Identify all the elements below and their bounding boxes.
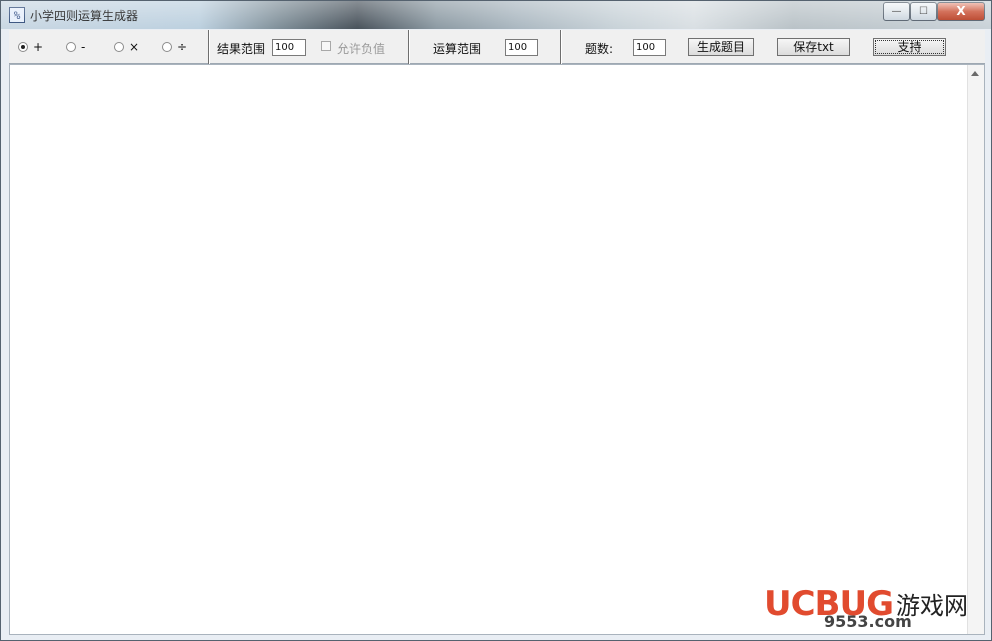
radio-divide[interactable]: ÷ [162,40,187,54]
vertical-scrollbar[interactable] [967,65,984,634]
radio-dot-subtract [66,42,76,52]
save-txt-button[interactable]: 保存txt [777,38,850,56]
watermark-logo: UCBUG 游戏网 9553.com [764,584,976,631]
toolbar-separator [208,30,210,64]
radio-dot-add [18,42,28,52]
radio-label-add: + [33,40,44,54]
scroll-up-arrow-icon[interactable] [971,71,979,76]
minimize-button[interactable]: — [883,2,910,21]
operand-range-label: 运算范围 [433,42,482,56]
support-button[interactable]: 支持 [873,38,946,56]
radio-subtract[interactable]: - [66,40,85,54]
title-bar[interactable]: % 小学四则运算生成器 — ☐ X [1,1,991,29]
toolbar: + - × ÷ 结果范围 100 允许负值 运算范围 100 题数: 100 生… [9,30,985,64]
radio-add[interactable]: + [18,40,43,54]
radio-label-multiply: × [129,40,140,54]
allow-negative-checkbox[interactable] [321,41,331,51]
radio-label-divide: ÷ [177,40,188,54]
output-text [10,65,984,73]
radio-label-subtract: - [81,40,86,54]
count-input[interactable]: 100 [633,39,666,56]
count-label: 题数: [585,42,614,56]
output-textarea[interactable]: UCBUG 游戏网 9553.com [9,64,985,635]
close-button[interactable]: X [937,2,985,21]
result-range-label: 结果范围 [217,42,266,56]
generate-button[interactable]: 生成题目 [688,38,754,56]
app-window: % 小学四则运算生成器 — ☐ X + - × ÷ 结果范围 100 允许负值 … [0,0,992,641]
window-title: 小学四则运算生成器 [30,9,139,23]
maximize-button[interactable]: ☐ [910,2,937,21]
toolbar-separator [560,30,562,64]
toolbar-separator [408,30,410,64]
app-icon: % [9,7,25,23]
radio-multiply[interactable]: × [114,40,139,54]
radio-dot-multiply [114,42,124,52]
operand-range-input[interactable]: 100 [505,39,538,56]
radio-dot-divide [162,42,172,52]
allow-negative-label: 允许负值 [337,42,386,56]
watermark-sub: 9553.com [824,612,912,631]
result-range-input[interactable]: 100 [272,39,306,56]
